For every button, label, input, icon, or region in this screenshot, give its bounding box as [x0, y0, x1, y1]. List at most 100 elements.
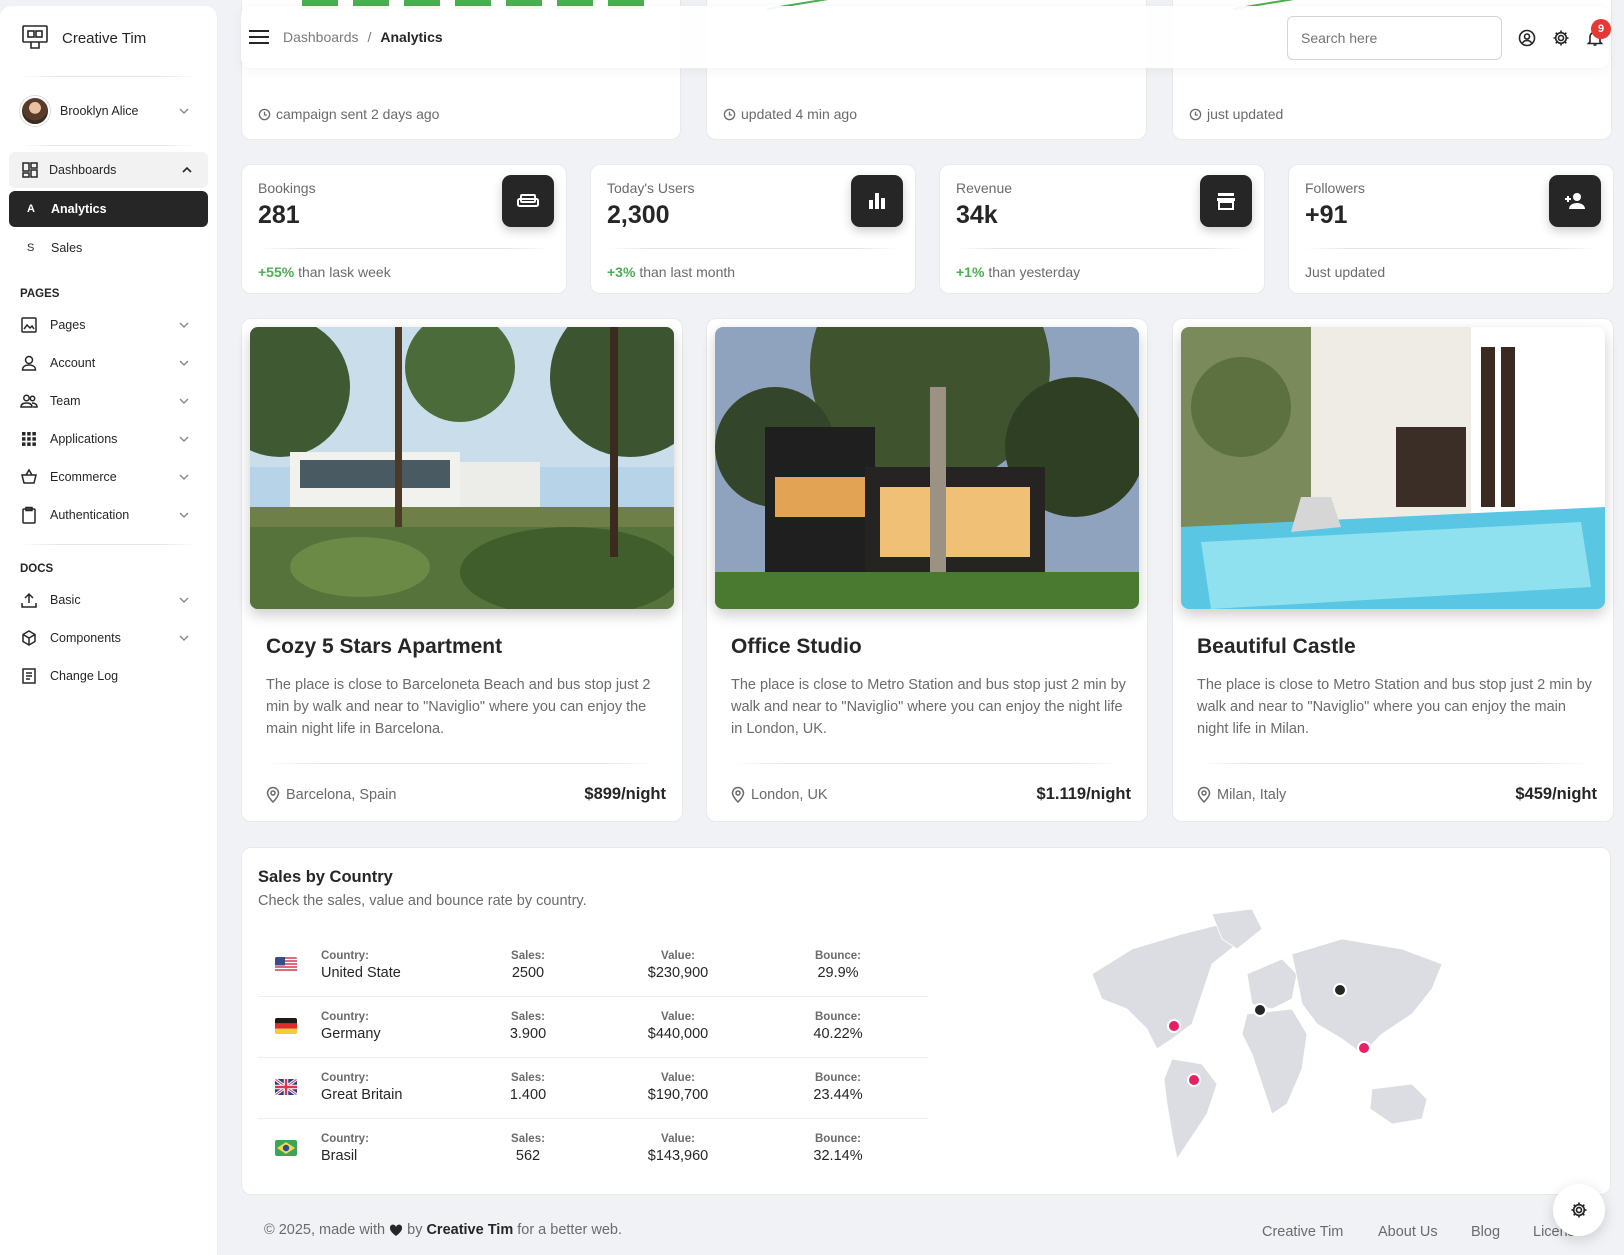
- property-location: Barcelona, Spain: [266, 786, 396, 803]
- footer-link-creative-tim[interactable]: Creative Tim: [1262, 1224, 1343, 1240]
- dashboard-icon: [22, 162, 38, 178]
- bounce-rate: 29.9%: [817, 965, 859, 981]
- sidebar-item-ecommerce[interactable]: Ecommerce: [0, 458, 217, 496]
- column-label: Bounce:: [815, 1072, 861, 1084]
- card-footer-text: updated 4 min ago: [741, 106, 857, 122]
- card-footer: updated 4 min ago: [723, 106, 857, 122]
- dashboards-toggle[interactable]: Dashboards: [9, 152, 208, 188]
- breadcrumb: Dashboards / Analytics: [283, 29, 443, 45]
- stat-note: than last month: [639, 264, 736, 280]
- sidebar-item-label: Analytics: [51, 202, 107, 216]
- docs-section-title: DOCS: [20, 563, 54, 575]
- sidebar-item-label: Team: [50, 394, 81, 408]
- brand[interactable]: Creative Tim: [0, 6, 217, 70]
- property-image[interactable]: [1181, 327, 1605, 609]
- stat-footer: +55% than lask week: [258, 264, 391, 280]
- sidebar-item-team[interactable]: Team: [0, 382, 217, 420]
- value-cell: Value: $440,000: [628, 1011, 728, 1042]
- menu-icon[interactable]: [249, 30, 269, 44]
- map-marker[interactable]: [1167, 1019, 1181, 1033]
- gear-icon[interactable]: [1552, 29, 1570, 47]
- sidebar-item-account[interactable]: Account: [0, 344, 217, 382]
- stat-note: than lask week: [298, 264, 391, 280]
- sales-cell: Sales: 3.900: [498, 1011, 558, 1042]
- map-marker[interactable]: [1357, 1041, 1371, 1055]
- stat-value: 2,300: [607, 201, 670, 229]
- property-card: Office Studio The place is close to Metr…: [706, 318, 1148, 822]
- bounce-cell: Bounce: 29.9%: [798, 950, 878, 981]
- location-text: Barcelona, Spain: [286, 786, 397, 803]
- column-label: Value:: [661, 1133, 695, 1145]
- sales-cell: Sales: 1.400: [498, 1072, 558, 1103]
- column-label: Bounce:: [815, 1011, 861, 1023]
- divider: [1197, 763, 1589, 764]
- account-circle-icon[interactable]: [1518, 29, 1536, 47]
- sidebar-item-label: Ecommerce: [50, 470, 117, 484]
- sidebar-item-basic[interactable]: Basic: [0, 581, 217, 619]
- location-pin-icon: [266, 786, 280, 803]
- property-image[interactable]: [250, 327, 674, 609]
- stat-footer: +1% than yesterday: [956, 264, 1080, 280]
- dashboards-label: Dashboards: [49, 163, 117, 177]
- sidebar-item-label: Sales: [51, 241, 83, 255]
- stat-card-bookings: Bookings 281 +55% than lask week: [241, 164, 567, 294]
- sidebar-item-applications[interactable]: Applications: [0, 420, 217, 458]
- divider: [956, 248, 1248, 249]
- footer-link-about-us[interactable]: About Us: [1378, 1224, 1438, 1240]
- property-title[interactable]: Cozy 5 Stars Apartment: [266, 635, 502, 659]
- sidebar-item-label: Change Log: [50, 669, 119, 683]
- sidebar-item-label: Authentication: [50, 508, 130, 522]
- gear-icon: [1571, 1202, 1587, 1218]
- value-amount: $190,700: [647, 1087, 709, 1103]
- image-icon: [21, 317, 37, 333]
- property-title[interactable]: Office Studio: [731, 635, 862, 659]
- search-input[interactable]: [1287, 16, 1502, 60]
- country-cell: Country: Brasil: [321, 1133, 369, 1164]
- map-marker[interactable]: [1253, 1003, 1267, 1017]
- sofa-icon: [502, 175, 554, 227]
- stat-label: Followers: [1305, 180, 1365, 196]
- stat-change: +1%: [956, 264, 985, 280]
- sidebar-item-components[interactable]: Components: [0, 619, 217, 657]
- property-image[interactable]: [715, 327, 1139, 609]
- user-menu[interactable]: Brooklyn Alice: [0, 83, 217, 139]
- map-marker[interactable]: [1187, 1073, 1201, 1087]
- stat-value: 281: [258, 201, 300, 229]
- copyright-text: © 2025, made with: [264, 1222, 386, 1238]
- sidebar-item-pages[interactable]: Pages: [0, 306, 217, 344]
- settings-fab[interactable]: [1553, 1184, 1605, 1236]
- bounce-rate: 40.22%: [813, 1026, 863, 1042]
- world-map[interactable]: [1072, 904, 1472, 1164]
- footer-link-blog[interactable]: Blog: [1471, 1224, 1500, 1240]
- column-label: Value:: [661, 1072, 695, 1084]
- value-amount: $230,900: [647, 965, 709, 981]
- abbr: A: [27, 203, 35, 215]
- property-description: The place is close to Metro Station and …: [1197, 677, 1592, 737]
- country-name: Great Britain: [321, 1087, 403, 1103]
- person-add-icon: [1549, 175, 1601, 227]
- property-title[interactable]: Beautiful Castle: [1197, 635, 1356, 659]
- divider: [20, 76, 197, 77]
- map-marker[interactable]: [1333, 983, 1347, 997]
- sidebar-item-sales[interactable]: S Sales: [9, 230, 208, 266]
- user-name: Brooklyn Alice: [60, 104, 139, 118]
- sidebar-item-label: Basic: [50, 593, 81, 607]
- divider: [20, 544, 197, 545]
- footer-author-link[interactable]: Creative Tim: [426, 1222, 513, 1238]
- breadcrumb-parent[interactable]: Dashboards: [283, 29, 359, 45]
- sidebar-item-change-log[interactable]: Change Log: [0, 657, 217, 695]
- sidebar-item-analytics[interactable]: A Analytics: [9, 191, 208, 227]
- section-title: Sales by Country: [258, 868, 393, 886]
- stat-value: 34k: [956, 201, 998, 229]
- bounce-rate: 32.14%: [813, 1148, 863, 1164]
- chevron-down-icon: [179, 597, 189, 603]
- user-icon: [21, 355, 37, 371]
- divider: [1305, 248, 1597, 249]
- sales-value: 3.900: [509, 1026, 547, 1042]
- value-amount: $143,960: [647, 1148, 709, 1164]
- sidebar-item-authentication[interactable]: Authentication: [0, 496, 217, 534]
- chevron-down-icon: [179, 108, 189, 114]
- sales-cell: Sales: 2500: [498, 950, 558, 981]
- column-label: Sales:: [511, 1072, 545, 1084]
- us-flag-icon: [275, 957, 297, 973]
